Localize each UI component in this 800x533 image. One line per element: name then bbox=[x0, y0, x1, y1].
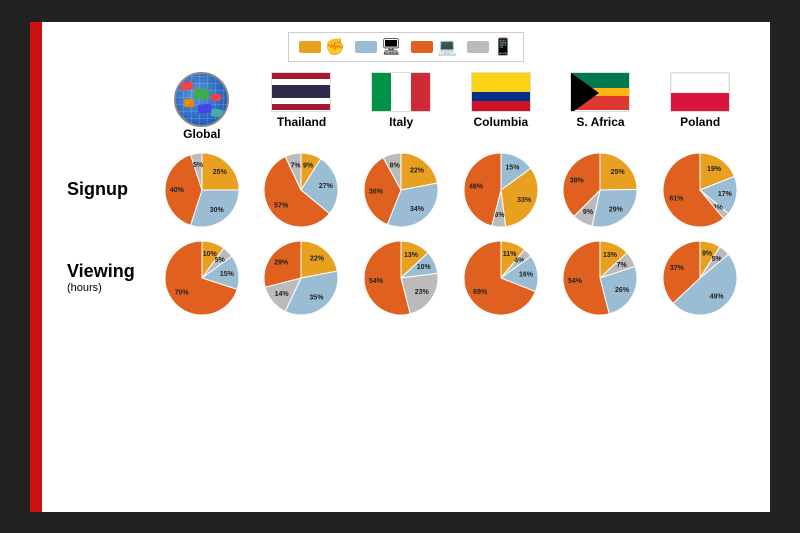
svg-text:5%: 5% bbox=[193, 161, 204, 168]
svg-text:35%: 35% bbox=[310, 294, 325, 301]
legend-item-tablet: 📱 bbox=[467, 37, 513, 57]
svg-text:61%: 61% bbox=[669, 195, 684, 202]
svg-text:46%: 46% bbox=[469, 183, 484, 190]
svg-text:26%: 26% bbox=[616, 286, 631, 293]
viewing-sublabel: (hours) bbox=[67, 282, 102, 294]
header-safrica: S. Africa bbox=[551, 72, 651, 146]
flag-poland bbox=[670, 72, 730, 112]
header-safrica-label: S. Africa bbox=[576, 115, 624, 129]
svg-text:13%: 13% bbox=[404, 251, 419, 258]
header-columbia: Columbia bbox=[451, 72, 551, 146]
signup-chart-thailand: 9% 27% 57% 7% bbox=[252, 146, 352, 234]
flag-safrica bbox=[570, 72, 630, 112]
svg-text:15%: 15% bbox=[505, 164, 520, 171]
svg-text:16%: 16% bbox=[519, 271, 534, 278]
viewing-row-label: Viewing (hours) bbox=[62, 234, 152, 322]
signup-label: Signup bbox=[67, 179, 128, 200]
header-italy-label: Italy bbox=[389, 115, 413, 129]
svg-text:22%: 22% bbox=[311, 255, 326, 262]
svg-text:15%: 15% bbox=[220, 270, 235, 277]
legend-item-mobile: ✊ bbox=[299, 37, 345, 57]
viewing-chart-thailand: 22% 35% 14% 29% bbox=[252, 234, 352, 322]
signup-chart-global: 25% 30% 40% 5% bbox=[152, 146, 252, 234]
legend-color-mobile bbox=[299, 41, 321, 53]
svg-text:25%: 25% bbox=[213, 169, 228, 176]
svg-text:23%: 23% bbox=[415, 288, 430, 295]
legend-item-desktop: 🖥 bbox=[355, 37, 401, 57]
header-poland-label: Poland bbox=[680, 115, 720, 129]
signup-chart-safrica: 25% 29% 9% 38% bbox=[551, 146, 651, 234]
svg-text:7%: 7% bbox=[291, 162, 302, 169]
legend: ✊ 🖥 💻 📱 bbox=[288, 32, 524, 62]
viewing-chart-poland: 9%5%49%37% bbox=[650, 234, 750, 322]
header-global-label: Global bbox=[183, 127, 220, 141]
legend-color-laptop bbox=[411, 41, 433, 53]
svg-text:70%: 70% bbox=[174, 289, 189, 296]
legend-icon-laptop: 💻 bbox=[437, 37, 457, 57]
svg-text:17%: 17% bbox=[718, 190, 733, 197]
globe-icon bbox=[174, 72, 229, 127]
svg-text:30%: 30% bbox=[210, 207, 225, 214]
legend-icon-mobile: ✊ bbox=[325, 37, 345, 57]
viewing-chart-columbia: 11%4%16%69% bbox=[451, 234, 551, 322]
svg-text:8%: 8% bbox=[390, 162, 401, 169]
flag-italy bbox=[371, 72, 431, 112]
svg-text:69%: 69% bbox=[473, 288, 488, 295]
svg-text:54%: 54% bbox=[569, 277, 584, 284]
svg-text:13%: 13% bbox=[603, 251, 618, 258]
viewing-chart-global: 10%5%15%70% bbox=[152, 234, 252, 322]
svg-text:9%: 9% bbox=[583, 208, 594, 215]
legend-item-laptop: 💻 bbox=[411, 37, 457, 57]
legend-color-desktop bbox=[355, 41, 377, 53]
svg-text:34%: 34% bbox=[410, 206, 425, 213]
header-columbia-label: Columbia bbox=[473, 115, 528, 129]
viewing-chart-italy: 13% 10% 23% 54% bbox=[351, 234, 451, 322]
viewing-label: Viewing bbox=[67, 261, 135, 282]
flag-columbia bbox=[471, 72, 531, 112]
svg-text:6%: 6% bbox=[494, 211, 505, 218]
header-empty bbox=[62, 72, 152, 146]
header-italy: Italy bbox=[351, 72, 451, 146]
header-poland: Poland bbox=[650, 72, 750, 146]
legend-color-tablet bbox=[467, 41, 489, 53]
svg-text:14%: 14% bbox=[275, 290, 290, 297]
svg-text:49%: 49% bbox=[710, 293, 725, 300]
viewing-chart-safrica: 13% 7% 26% 54% bbox=[551, 234, 651, 322]
svg-text:57%: 57% bbox=[275, 202, 290, 209]
header-thailand-label: Thailand bbox=[277, 115, 326, 129]
header-global: Global bbox=[152, 72, 252, 146]
svg-text:40%: 40% bbox=[170, 186, 185, 193]
svg-text:37%: 37% bbox=[670, 264, 685, 271]
svg-text:36%: 36% bbox=[369, 188, 384, 195]
main-grid: Global Thailand bbox=[62, 72, 750, 322]
svg-text:38%: 38% bbox=[570, 177, 585, 184]
svg-text:29%: 29% bbox=[609, 206, 624, 213]
svg-text:9%: 9% bbox=[303, 162, 314, 169]
svg-text:54%: 54% bbox=[369, 277, 384, 284]
svg-text:33%: 33% bbox=[517, 196, 532, 203]
header-thailand: Thailand bbox=[252, 72, 352, 146]
slide: ✊ 🖥 💻 📱 bbox=[30, 22, 770, 512]
svg-text:25%: 25% bbox=[611, 168, 626, 175]
svg-text:7%: 7% bbox=[617, 262, 628, 269]
svg-text:29%: 29% bbox=[275, 259, 290, 266]
flag-thailand bbox=[271, 72, 331, 112]
legend-icon-tablet: 📱 bbox=[493, 37, 513, 57]
svg-text:27%: 27% bbox=[319, 182, 334, 189]
signup-chart-poland: 19%17%3%61% bbox=[650, 146, 750, 234]
svg-text:19%: 19% bbox=[707, 166, 722, 173]
signup-chart-italy: 22% 34% 36% 8% bbox=[351, 146, 451, 234]
signup-row-label: Signup bbox=[62, 146, 152, 234]
svg-text:10%: 10% bbox=[417, 264, 432, 271]
legend-icon-desktop: 🖥 bbox=[381, 37, 401, 57]
signup-chart-columbia: 15% 33% 6% 46% bbox=[451, 146, 551, 234]
svg-text:22%: 22% bbox=[410, 167, 425, 174]
